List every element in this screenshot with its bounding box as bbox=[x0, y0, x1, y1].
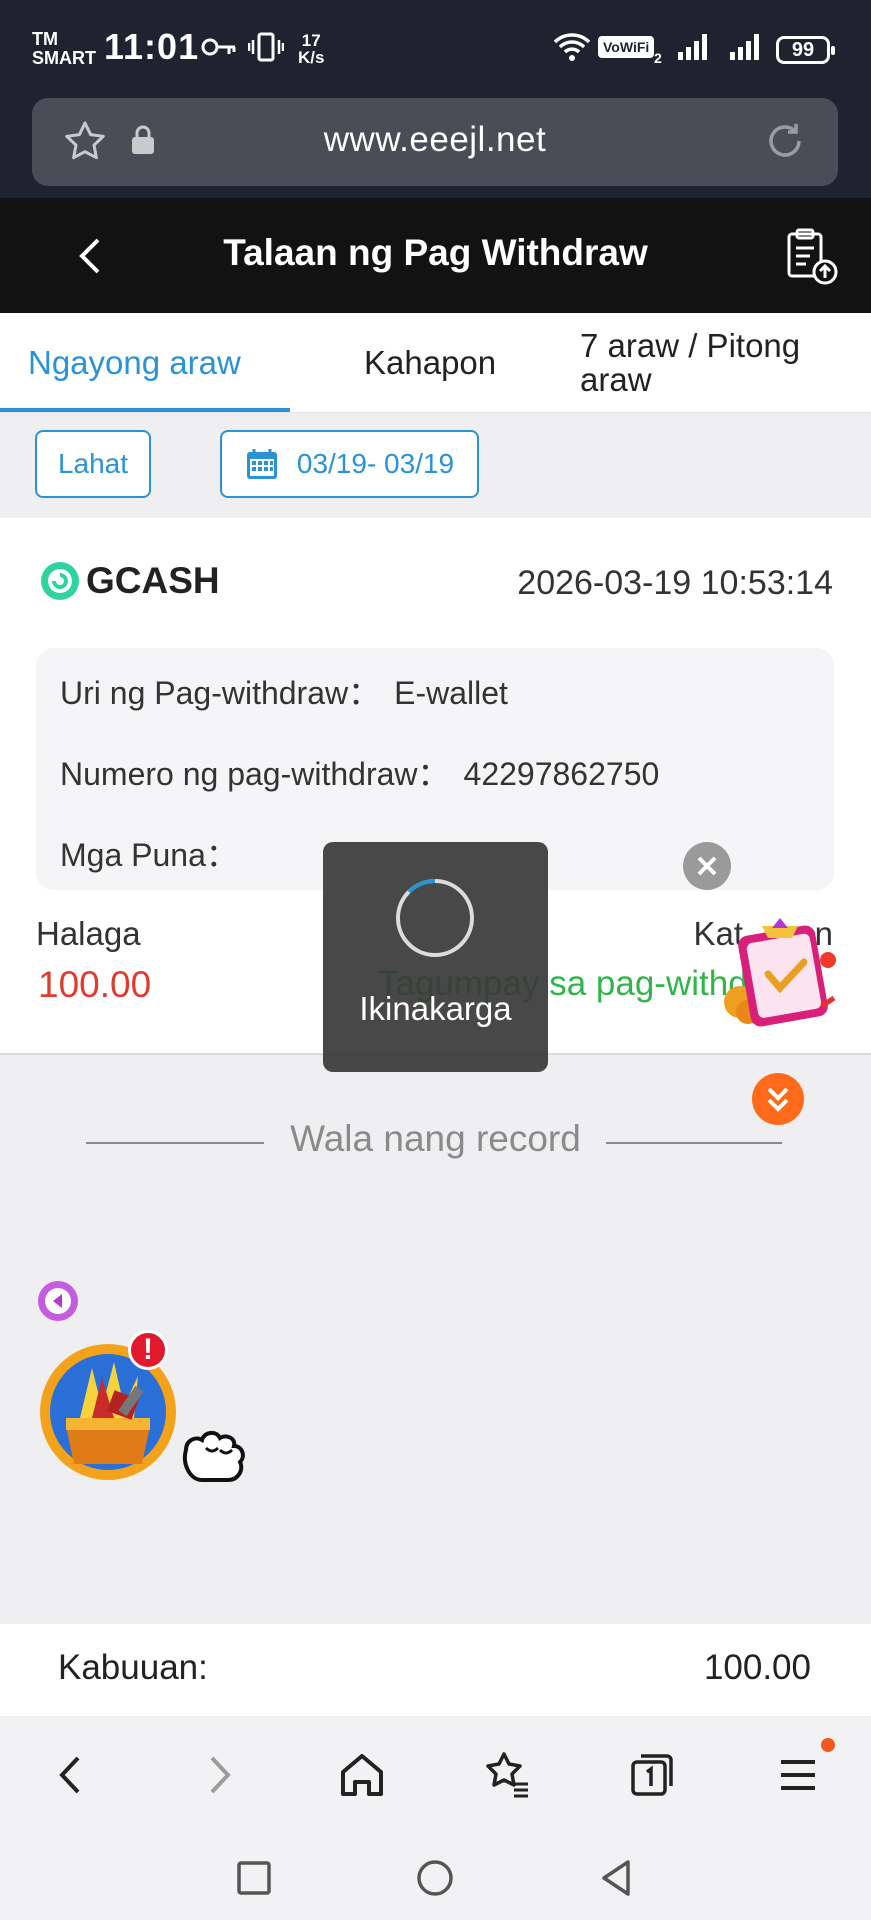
system-nav-bar bbox=[0, 1834, 871, 1920]
no-records-text: Wala nang record bbox=[290, 1118, 581, 1159]
alert-badge: ! bbox=[128, 1330, 168, 1370]
app-header: Talaan ng Pag Withdraw bbox=[0, 198, 871, 313]
clipboard-upload-icon[interactable] bbox=[783, 226, 839, 286]
amount-value: 100.00 bbox=[38, 964, 152, 1005]
carrier-smart: SMART bbox=[32, 48, 96, 68]
collapse-down-icon[interactable] bbox=[752, 1073, 804, 1125]
gcash-logo-icon bbox=[41, 562, 79, 600]
reload-icon[interactable] bbox=[762, 118, 808, 164]
net-speed-value: 17 bbox=[301, 31, 321, 50]
notification-dot bbox=[821, 1738, 835, 1752]
battery-icon: 99 bbox=[776, 36, 835, 64]
bookmarks-icon[interactable] bbox=[478, 1746, 536, 1804]
home-circle-icon[interactable] bbox=[413, 1856, 457, 1900]
signal-icon bbox=[726, 30, 766, 64]
tab-today[interactable]: Ngayong araw bbox=[28, 313, 241, 413]
battery-level: 99 bbox=[791, 38, 815, 61]
filter-all-button[interactable]: Lahat bbox=[35, 430, 151, 498]
screen: TM SMART 11:01 17 K/s VoWiFi 2 99 www.ee… bbox=[0, 0, 871, 1920]
promo-calendar-icon[interactable] bbox=[718, 916, 842, 1032]
remarks-label: Mga Puna： bbox=[60, 837, 238, 873]
purple-collapse-arrow-icon[interactable] bbox=[37, 1280, 79, 1322]
vibrate-icon bbox=[246, 30, 286, 64]
net-speed-unit: K/s bbox=[298, 48, 325, 67]
withdraw-type-label: Uri ng Pag-withdraw： bbox=[60, 675, 381, 711]
withdraw-number-row: Numero ng pag-withdraw： 42297862750 bbox=[60, 749, 659, 795]
amount-label: Halaga bbox=[36, 915, 141, 952]
tab-seven-days[interactable]: 7 araw / Pitong araw bbox=[580, 313, 840, 413]
browser-forward-icon[interactable] bbox=[190, 1746, 248, 1804]
vowifi-badge: VoWiFi bbox=[598, 36, 655, 58]
carrier-tm: TM bbox=[32, 29, 58, 49]
carrier-label: TM SMART bbox=[32, 30, 96, 68]
loading-overlay: Ikinakarga bbox=[323, 842, 548, 1072]
remarks-row: Mga Puna： bbox=[60, 830, 252, 876]
url-box[interactable]: www.eeejl.net bbox=[32, 98, 838, 186]
clock: 11:01 bbox=[104, 26, 200, 67]
net-speed: 17 K/s bbox=[298, 32, 324, 66]
date-tabs: Ngayong araw Kahapon 7 araw / Pitong ara… bbox=[0, 313, 871, 413]
withdraw-number-label: Numero ng pag-withdraw： bbox=[60, 756, 450, 792]
withdraw-type-row: Uri ng Pag-withdraw： E-wallet bbox=[60, 668, 508, 714]
home-icon[interactable] bbox=[333, 1746, 391, 1804]
date-range-button[interactable]: 03/19- 03/19 bbox=[220, 430, 479, 498]
vowifi-sub: 2 bbox=[654, 50, 662, 66]
divider-line-right bbox=[606, 1142, 782, 1144]
payment-method-name: GCASH bbox=[86, 560, 220, 601]
key-icon bbox=[200, 30, 238, 64]
filter-all-label: Lahat bbox=[57, 448, 129, 479]
browser-toolbar bbox=[0, 1716, 871, 1834]
recents-icon[interactable] bbox=[232, 1856, 276, 1900]
browser-back-icon[interactable] bbox=[42, 1746, 100, 1804]
page-title: Talaan ng Pag Withdraw bbox=[223, 232, 648, 273]
total-label: Kabuuan: bbox=[58, 1648, 208, 1687]
system-back-icon[interactable] bbox=[594, 1856, 638, 1900]
signal-icon bbox=[674, 30, 714, 64]
record-datetime: 2026-03-19 10:53:14 bbox=[517, 564, 833, 602]
wifi-icon bbox=[552, 30, 592, 64]
withdraw-number-value: 42297862750 bbox=[463, 756, 660, 792]
url-text[interactable]: www.eeejl.net bbox=[32, 120, 838, 160]
total-value: 100.00 bbox=[703, 1648, 811, 1687]
loading-spinner-icon bbox=[396, 879, 474, 957]
calendar-icon bbox=[246, 449, 277, 479]
tab-yesterday[interactable]: Kahapon bbox=[364, 313, 496, 413]
total-bar: Kabuuan: 100.00 bbox=[0, 1624, 871, 1716]
status-bar: TM SMART 11:01 17 K/s VoWiFi 2 99 bbox=[0, 0, 871, 98]
browser-address-bar: www.eeejl.net bbox=[0, 98, 871, 198]
loading-text: Ikinakarga bbox=[359, 990, 512, 1027]
date-range-label: 03/19- 03/19 bbox=[296, 448, 455, 479]
payment-method: GCASH bbox=[40, 560, 220, 602]
filter-row: Lahat 03/19- 03/19 bbox=[0, 414, 871, 518]
tabs-icon[interactable] bbox=[623, 1746, 681, 1804]
no-more-records: Wala nang record bbox=[0, 1118, 871, 1168]
hand-pointer-icon bbox=[183, 1431, 245, 1482]
menu-icon[interactable] bbox=[769, 1746, 827, 1804]
active-tab-indicator bbox=[0, 408, 290, 412]
close-icon[interactable] bbox=[683, 842, 731, 890]
withdraw-type-value: E-wallet bbox=[394, 675, 508, 711]
vowifi-text: VoWiFi bbox=[603, 39, 650, 55]
